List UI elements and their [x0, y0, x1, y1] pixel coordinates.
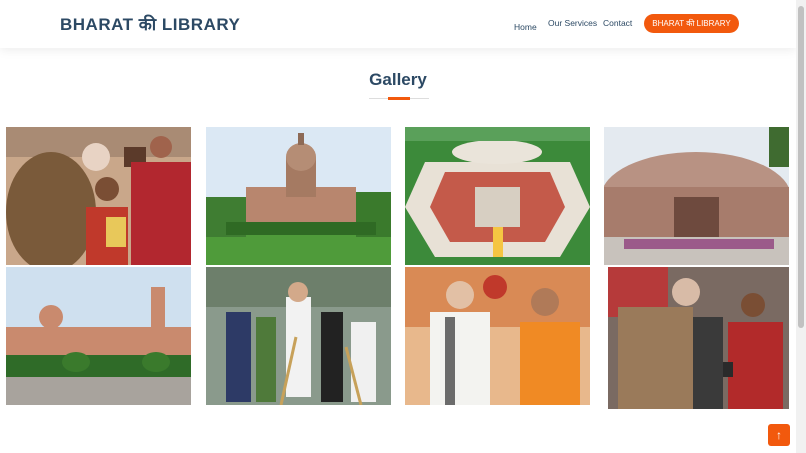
page: BHARAT की LIBRARY Home Our Services Cont… — [0, 0, 806, 453]
site-logo[interactable]: BHARAT की LIBRARY — [60, 12, 240, 35]
gallery-title: Gallery — [369, 70, 427, 89]
gallery-photo-new-parliament[interactable] — [405, 127, 590, 265]
back-to-top-button[interactable]: ↑ — [768, 424, 790, 446]
gallery-photo-leader-with-student[interactable] — [608, 267, 789, 409]
gallery-photo-two-leaders[interactable] — [405, 267, 590, 405]
title-divider-accent — [388, 97, 410, 100]
header-cta-button[interactable]: BHARAT की LIBRARY — [644, 14, 739, 33]
gallery-photo-supreme-court[interactable] — [206, 127, 391, 265]
site-header: BHARAT की LIBRARY Home Our Services Cont… — [0, 0, 796, 48]
nav-services-link[interactable]: Our Services — [548, 18, 597, 28]
scrollbar-thumb[interactable] — [798, 6, 804, 328]
gallery-photo-old-parliament[interactable] — [604, 127, 789, 265]
nav-contact-link[interactable]: Contact — [603, 18, 632, 28]
gallery-photo-secretariat[interactable] — [6, 267, 191, 405]
arrow-up-icon: ↑ — [776, 428, 782, 442]
nav-home-link[interactable]: Home — [514, 22, 537, 32]
page-scrollbar[interactable] — [796, 0, 806, 453]
gallery-photo-leader-with-children[interactable] — [6, 127, 191, 265]
gallery-photo-cleanliness-drive[interactable] — [206, 267, 391, 405]
